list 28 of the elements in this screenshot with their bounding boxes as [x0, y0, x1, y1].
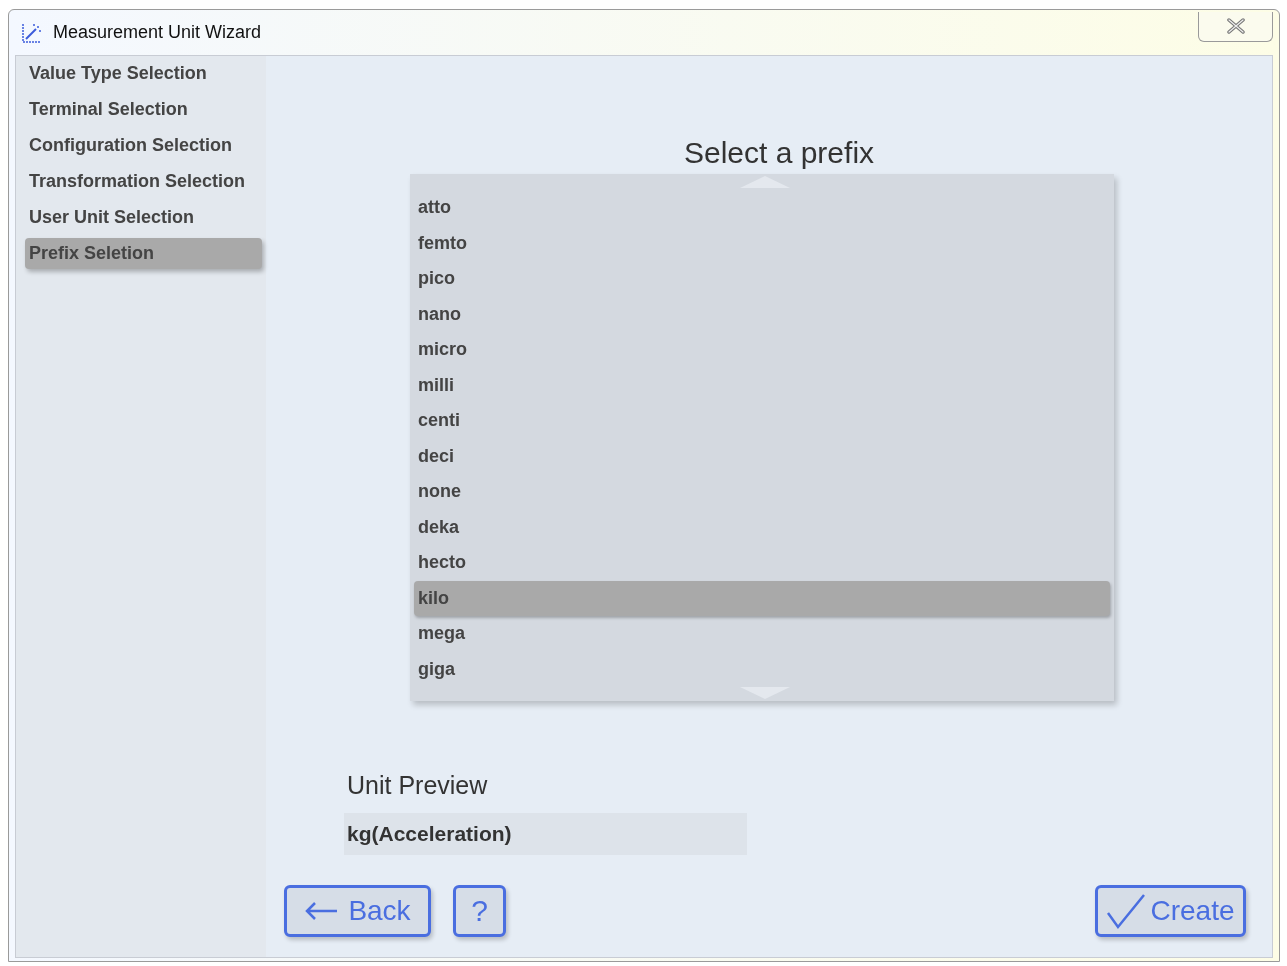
chart-wand-icon	[21, 21, 43, 44]
prefix-item[interactable]: mega	[414, 616, 1110, 652]
left-arrow-icon	[304, 900, 339, 921]
prefix-item[interactable]: milli	[414, 367, 1110, 403]
step-item[interactable]: Configuration Selection	[25, 130, 262, 161]
prefix-item[interactable]: kilo	[414, 580, 1110, 616]
step-item[interactable]: Terminal Selection	[25, 94, 262, 125]
prefix-item[interactable]: none	[414, 474, 1110, 510]
prefix-item[interactable]: atto	[414, 190, 1110, 226]
close-button[interactable]	[1198, 11, 1273, 42]
preview-field: kg(Acceleration)	[344, 812, 747, 855]
prefix-item[interactable]: hecto	[414, 545, 1110, 581]
preview-label: Unit Preview	[347, 770, 489, 801]
step-item[interactable]: User Unit Selection	[25, 202, 262, 233]
prefix-item[interactable]: deka	[414, 509, 1110, 545]
prefix-item[interactable]: centi	[414, 403, 1110, 439]
prefix-item[interactable]: femto	[414, 225, 1110, 261]
prefix-item[interactable]: nano	[414, 296, 1110, 332]
prefix-item[interactable]: pico	[414, 261, 1110, 297]
step-item[interactable]: Value Type Selection	[25, 58, 262, 89]
section-heading: Select a prefix	[682, 135, 876, 171]
prefix-item[interactable]: deci	[414, 438, 1110, 474]
prefix-item[interactable]: giga	[414, 651, 1110, 687]
window-title: Measurement Unit Wizard	[53, 21, 262, 44]
step-item[interactable]: Prefix Seletion	[25, 238, 262, 269]
prefix-item[interactable]: micro	[414, 332, 1110, 368]
step-item[interactable]: Transformation Selection	[25, 166, 262, 197]
close-icon	[1225, 18, 1246, 34]
